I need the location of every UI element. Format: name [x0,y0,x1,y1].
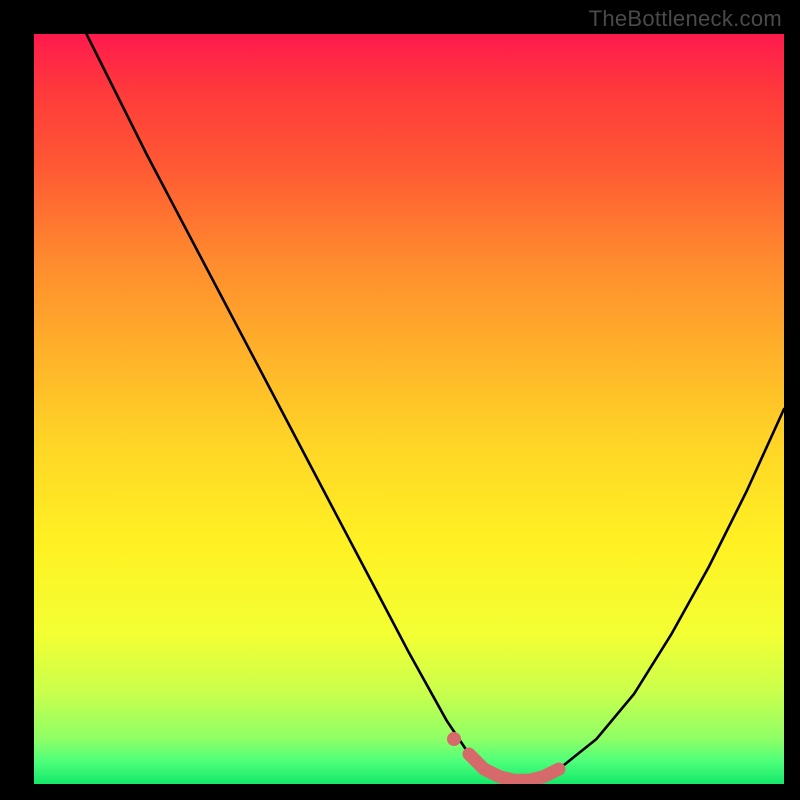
optimal-zone-highlight [469,754,559,780]
plot-area [34,34,784,784]
curve-layer [34,34,784,784]
watermark-text: TheBottleneck.com [589,6,782,32]
chart-container: TheBottleneck.com [0,0,800,800]
bottleneck-curve [87,34,785,780]
optimal-zone-dot [447,732,461,746]
